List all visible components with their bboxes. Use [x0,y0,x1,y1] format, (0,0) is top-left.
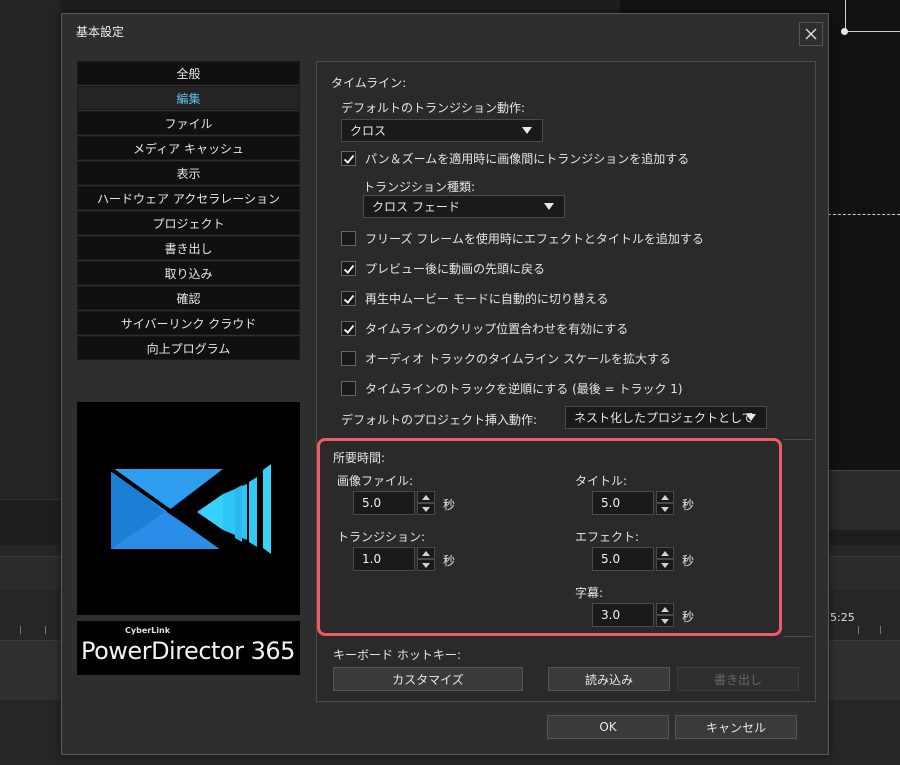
nav-item-edit[interactable]: 編集 [77,86,300,110]
return-to-start-checkbox[interactable] [341,261,356,276]
movie-mode-checkbox[interactable] [341,291,356,306]
hotkeys-label: キーボード ホットキー: [333,648,461,662]
freeze-frame-label: フリーズ フレームを使用時にエフェクトとタイトルを追加する [365,232,704,246]
brand-product-name: PowerDirector 365 [81,637,295,665]
project-insert-value: ネスト化したプロジェクトとして [574,411,754,425]
preview-toolbar [828,470,900,530]
nav-item-improvement-program[interactable]: 向上プログラム [77,336,300,360]
section-divider [783,636,813,637]
freeze-frame-option[interactable]: フリーズ フレームを使用時にエフェクトとタイトルを追加する [341,230,704,247]
default-transition-value: クロス [350,124,387,138]
settings-nav: 全般 編集 ファイル メディア キャッシュ 表示 ハードウェア アクセラレーショ… [77,61,300,361]
clip-snap-label: タイムラインのクリップ位置合わせを有効にする [365,322,629,336]
check-icon [343,294,354,304]
freeze-frame-checkbox[interactable] [341,231,356,246]
return-to-start-label: プレビュー後に動画の先頭に戻る [365,262,546,276]
nav-item-confirm[interactable]: 確認 [77,286,300,310]
check-icon [343,264,354,274]
powerdirector-logo-icon [109,464,271,554]
preview-guide-line [828,214,900,215]
pan-zoom-option[interactable]: パン＆ズームを適用時に画像間にトランジションを追加する [341,150,689,167]
ruler-tick [858,626,859,634]
transition-type-value: クロス フェード [372,200,460,214]
return-to-start-option[interactable]: プレビュー後に動画の先頭に戻る [341,260,545,277]
cancel-button[interactable]: キャンセル [675,715,797,739]
ruler-tick [20,626,21,634]
check-icon [343,324,354,334]
section-divider [783,439,813,440]
nav-item-import[interactable]: 取り込み [77,261,300,285]
ruler-tick [45,626,46,634]
app-left-panel [0,0,60,500]
nav-item-project[interactable]: プロジェクト [77,211,300,235]
nav-item-hardware-acceleration[interactable]: ハードウェア アクセラレーション [77,186,300,210]
nav-item-general[interactable]: 全般 [77,61,300,85]
reverse-tracks-label: タイムラインのトラックを逆順にする (最後 = トラック 1) [365,382,683,396]
chevron-down-icon [746,414,756,421]
ok-button[interactable]: OK [547,715,669,739]
nav-item-export[interactable]: 書き出し [77,236,300,260]
reverse-tracks-option[interactable]: タイムラインのトラックを逆順にする (最後 = トラック 1) [341,380,683,397]
brand-company: CyberLink [125,626,171,635]
close-icon [805,28,817,40]
transition-type-label: トランジション種類: [363,180,476,194]
clip-snap-checkbox[interactable] [341,321,356,336]
nav-item-media-cache[interactable]: メディア キャッシュ [77,136,300,160]
check-icon [343,154,354,164]
default-transition-label: デフォルトのトランジション動作: [341,101,526,115]
pan-zoom-label: パン＆ズームを適用時に画像間にトランジションを追加する [365,152,690,166]
nav-item-display[interactable]: 表示 [77,161,300,185]
ruler-tick [880,626,881,634]
nav-item-cyberlink-cloud[interactable]: サイバーリンク クラウド [77,311,300,335]
export-hotkeys-button[interactable]: 書き出し [677,667,799,691]
clip-snap-option[interactable]: タイムラインのクリップ位置合わせを有効にする [341,320,628,337]
chevron-down-icon [522,127,532,134]
dialog-title: 基本設定 [76,25,125,39]
project-insert-label: デフォルトのプロジェクト挿入動作: [341,413,538,427]
reverse-tracks-checkbox[interactable] [341,381,356,396]
timeline-timecode: 5:25 [830,611,855,624]
close-button[interactable] [799,22,823,46]
movie-mode-label: 再生中ムービー モードに自動的に切り替える [365,292,609,306]
import-hotkeys-button[interactable]: 読み込み [548,667,670,691]
preview-frame [845,0,900,32]
product-logo [77,402,300,615]
movie-mode-option[interactable]: 再生中ムービー モードに自動的に切り替える [341,290,608,307]
project-insert-select[interactable]: ネスト化したプロジェクトとして [565,406,767,429]
audio-scale-option[interactable]: オーディオ トラックのタイムライン スケールを拡大する [341,350,671,367]
audio-scale-checkbox[interactable] [341,351,356,366]
default-transition-select[interactable]: クロス [341,119,543,142]
chevron-down-icon [544,203,554,210]
preview-frame-handle[interactable] [841,28,848,35]
duration-highlight [317,438,782,636]
timeline-heading: タイムライン: [331,76,407,90]
nav-item-file[interactable]: ファイル [77,111,300,135]
audio-scale-label: オーディオ トラックのタイムライン スケールを拡大する [365,352,671,366]
pan-zoom-checkbox[interactable] [341,151,356,166]
transition-type-select[interactable]: クロス フェード [363,195,565,218]
customize-button[interactable]: カスタマイズ [333,667,523,691]
preferences-dialog: 基本設定 全般 編集 ファイル メディア キャッシュ 表示 ハードウェア アクセ… [61,13,829,755]
product-brand: CyberLink PowerDirector 365 [77,621,300,675]
